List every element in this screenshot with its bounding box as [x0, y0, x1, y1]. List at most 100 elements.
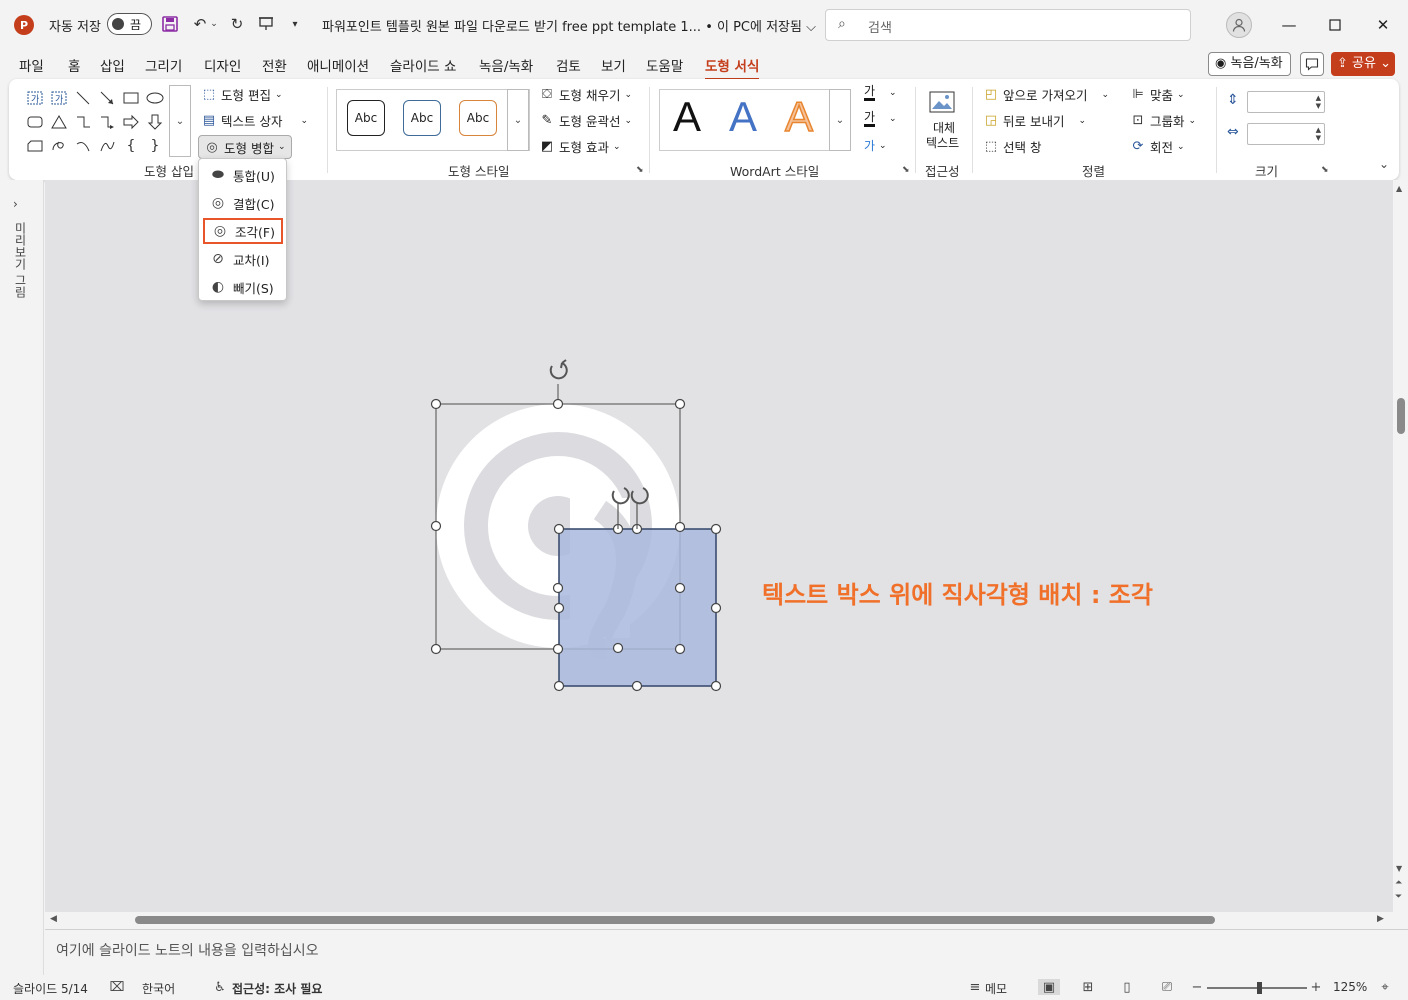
previous-slide-icon[interactable]: ⏶ [1395, 878, 1402, 888]
wordart-style-black[interactable]: A [673, 93, 701, 141]
horizontal-scrollbar[interactable]: ◀ ▶ [45, 912, 1393, 928]
rectangle-shape-icon[interactable] [122, 89, 140, 107]
document-title[interactable]: 파워포인트 템플릿 원본 파일 다운로드 받기 free ppt templat… [322, 16, 816, 35]
zoom-level[interactable]: 125% [1333, 980, 1367, 994]
tab-transitions[interactable]: 전환 [262, 55, 287, 75]
right-arrow-shape-icon[interactable] [122, 113, 140, 131]
tab-file[interactable]: 파일 [19, 55, 44, 75]
tab-review[interactable]: 검토 [556, 55, 581, 75]
menu-item-intersect[interactable]: ⊘ 교차(I) [203, 246, 283, 272]
down-arrow-shape-icon[interactable] [146, 113, 164, 131]
notes-toggle[interactable]: 메모 [985, 980, 1007, 997]
merge-shapes-button[interactable]: ◎ 도형 병합 ⌄ [198, 135, 292, 159]
shape-effects-button[interactable]: ◩ 도형 효과 ⌄ [539, 137, 621, 156]
chevron-right-icon[interactable]: › [13, 197, 18, 211]
accessibility-status[interactable]: 접근성: 조사 필요 [232, 980, 322, 997]
language-indicator[interactable]: 한국어 [142, 980, 175, 997]
slideshow-view-icon[interactable]: ⎚ [1158, 979, 1176, 995]
share-button[interactable]: ⇪ 공유 ⌄ [1331, 52, 1395, 76]
tab-home[interactable]: 홈 [68, 55, 80, 75]
oval-shape-icon[interactable] [146, 89, 164, 107]
notes-pane[interactable]: 여기에 슬라이드 노트의 내용을 입력하십시오 [45, 929, 1408, 975]
slide-caption[interactable]: 텍스트 박스 위에 직사각형 배치 : 조각 [762, 575, 1153, 610]
selection-pane-button[interactable]: ⬚ 선택 창 [983, 137, 1042, 156]
zoom-slider-thumb[interactable] [1257, 982, 1262, 994]
user-icon[interactable] [1226, 12, 1252, 38]
shape-style-preset-orange[interactable]: Abc [459, 100, 497, 136]
bring-forward-button[interactable]: ◰ 앞으로 가져오기 ⌄ [983, 85, 1109, 104]
scroll-right-icon[interactable]: ▶ [1377, 914, 1384, 924]
tab-view[interactable]: 보기 [601, 55, 626, 75]
tab-shape-format[interactable]: 도형 서식 [705, 55, 760, 81]
vertical-textbox-shape-icon[interactable]: 가 [50, 89, 68, 107]
freeform-shape-icon[interactable] [50, 137, 68, 155]
rounded-rectangle-shape-icon[interactable] [26, 113, 44, 131]
record-button[interactable]: ◉ 녹음/녹화 [1208, 52, 1291, 76]
vertical-scrollbar[interactable]: ▲ ▼ ⏶ ⏷ [1393, 180, 1408, 912]
customize-qat-icon[interactable]: ▾ [283, 12, 307, 36]
wordart-style-orange[interactable]: A [784, 92, 814, 141]
shape-style-preset-blue[interactable]: Abc [403, 100, 441, 136]
arc-shape-icon[interactable] [74, 137, 92, 155]
zoom-in-icon[interactable]: + [1307, 979, 1325, 995]
spelling-check-icon[interactable]: ⌧ [108, 979, 126, 995]
rectangle-shape[interactable] [558, 528, 717, 687]
text-fill-button[interactable]: 가 ⌄ [864, 85, 897, 101]
thumbnail-pane-label[interactable]: 미리보기 그림 [11, 222, 29, 298]
zoom-out-icon[interactable]: − [1188, 979, 1206, 995]
line-shape-icon[interactable] [74, 89, 92, 107]
curve-shape-icon[interactable] [98, 137, 116, 155]
minimize-icon[interactable]: — [1276, 12, 1302, 38]
menu-item-combine[interactable]: ◎ 결합(C) [203, 190, 283, 216]
height-input[interactable]: ▲ ▼ [1247, 91, 1325, 113]
text-effects-button[interactable]: 가 ⌄ [864, 137, 887, 154]
text-outline-button[interactable]: 가 ⌄ [864, 111, 897, 127]
shape-fill-button[interactable]: ⛋ 도형 채우기 ⌄ [539, 85, 632, 104]
slide-sorter-icon[interactable]: ⊞ [1079, 979, 1097, 995]
textbox-shape-icon[interactable]: 가 [26, 89, 44, 107]
fit-to-window-icon[interactable]: ⌖ [1376, 979, 1394, 995]
collapse-ribbon-icon[interactable]: ⌄ [1379, 157, 1389, 171]
shape-style-preset-black[interactable]: Abc [347, 100, 385, 136]
close-icon[interactable]: ✕ [1370, 12, 1396, 38]
save-icon[interactable] [158, 12, 182, 36]
vertical-scroll-thumb[interactable] [1397, 398, 1405, 434]
tab-design[interactable]: 디자인 [204, 55, 241, 75]
tab-insert[interactable]: 삽입 [100, 55, 125, 75]
snip-rectangle-shape-icon[interactable] [26, 137, 44, 155]
shape-styles-more-icon[interactable]: ⌄ [507, 89, 529, 151]
send-backward-button[interactable]: ◲ 뒤로 보내기 ⌄ [983, 111, 1086, 130]
comment-icon[interactable] [1300, 52, 1324, 76]
present-icon[interactable] [254, 12, 278, 36]
tab-help[interactable]: 도움말 [646, 55, 683, 75]
dialog-launcher-icon[interactable]: ⬊ [902, 165, 910, 175]
scroll-down-icon[interactable]: ▼ [1396, 864, 1402, 873]
scroll-up-icon[interactable]: ▲ [1396, 184, 1402, 193]
tab-draw[interactable]: 그리기 [145, 55, 182, 75]
group-button[interactable]: ⊡ 그룹화 ⌄ [1130, 111, 1197, 130]
next-slide-icon[interactable]: ⏷ [1395, 892, 1402, 902]
autosave-toggle[interactable]: 끔 [107, 13, 152, 35]
normal-view-icon[interactable]: ▣ [1038, 979, 1060, 995]
align-button[interactable]: ⊫ 맞춤 ⌄ [1130, 85, 1184, 104]
rotate-button[interactable]: ⟳ 회전 ⌄ [1130, 137, 1185, 156]
undo-dropdown-icon[interactable]: ⌄ [208, 12, 220, 36]
shape-outline-button[interactable]: ✎ 도형 윤곽선 ⌄ [539, 111, 632, 130]
reading-view-icon[interactable]: ▯ [1118, 979, 1136, 995]
menu-item-fragment[interactable]: ◎ 조각(F) [203, 218, 283, 244]
edit-shape-button[interactable]: ⬚ 도형 편집 ⌄ [201, 85, 283, 104]
right-brace-shape-icon[interactable]: } [146, 137, 164, 155]
arrow-line-shape-icon[interactable] [98, 89, 116, 107]
triangle-shape-icon[interactable] [50, 113, 68, 131]
scroll-left-icon[interactable]: ◀ [50, 914, 57, 924]
tab-recording[interactable]: 녹음/녹화 [479, 55, 533, 75]
menu-item-subtract[interactable]: ◐ 빼기(S) [203, 274, 283, 300]
elbow-arrow-connector-icon[interactable] [98, 113, 116, 131]
tab-animations[interactable]: 애니메이션 [307, 55, 369, 75]
shapes-gallery-more-icon[interactable]: ⌄ [169, 85, 191, 157]
maximize-icon[interactable] [1322, 12, 1348, 38]
width-input[interactable]: ▲ ▼ [1247, 123, 1325, 145]
search-box[interactable]: ⌕ 검색 [825, 9, 1191, 41]
wordart-more-icon[interactable]: ⌄ [829, 89, 851, 151]
redo-icon[interactable]: ↻ [225, 12, 249, 36]
